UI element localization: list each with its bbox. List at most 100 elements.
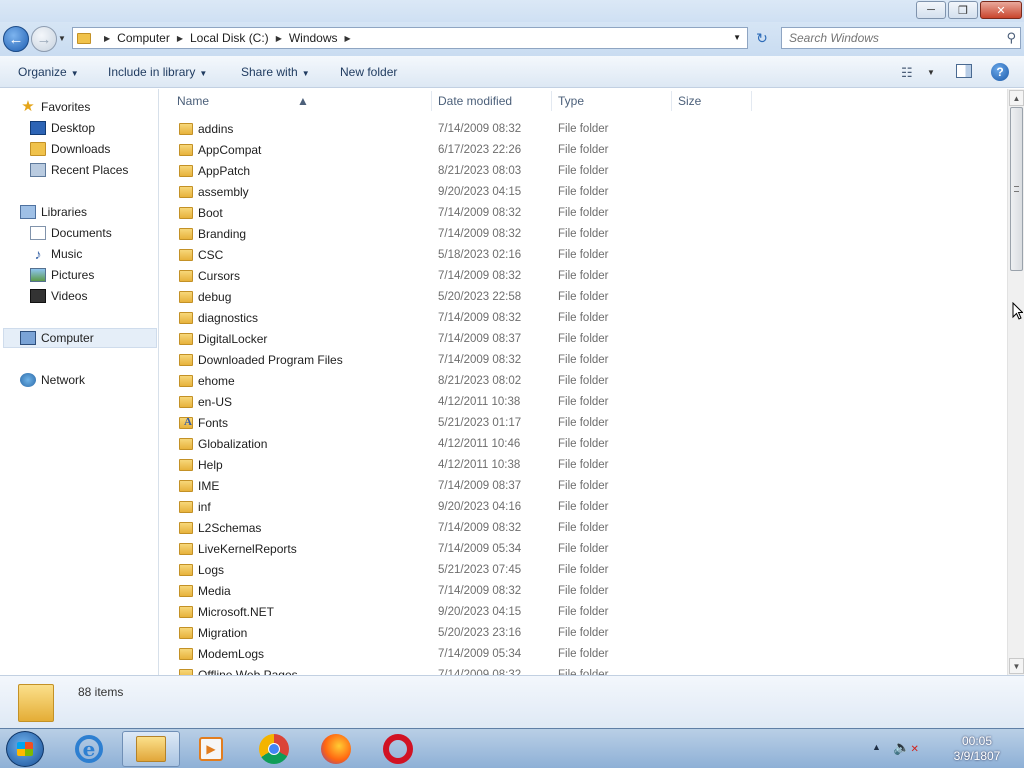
opera-taskbar-button[interactable] bbox=[371, 731, 425, 767]
file-name: L2Schemas bbox=[198, 521, 262, 535]
command-bar: Organize ▼ Include in library ▼ Share with… bbox=[0, 56, 1024, 88]
file-row[interactable]: Globalization 4/12/2011 10:46 File folder bbox=[160, 434, 1007, 455]
search-icon[interactable]: ⚲ bbox=[1006, 30, 1016, 46]
new-folder-button[interactable]: New folder bbox=[340, 65, 397, 79]
file-row[interactable]: assembly 9/20/2023 04:15 File folder bbox=[160, 182, 1007, 203]
chevron-down-icon[interactable]: ▼ bbox=[927, 68, 935, 77]
file-row[interactable]: AppCompat 6/17/2023 22:26 File folder bbox=[160, 140, 1007, 161]
organize-button[interactable]: Organize ▼ bbox=[18, 65, 79, 79]
file-row[interactable]: L2Schemas 7/14/2009 08:32 File folder bbox=[160, 518, 1007, 539]
file-row[interactable]: Media 7/14/2009 08:32 File folder bbox=[160, 581, 1007, 602]
column-header-size[interactable]: Size bbox=[678, 94, 701, 108]
column-divider[interactable] bbox=[671, 91, 672, 111]
folder-icon bbox=[179, 522, 193, 534]
breadcrumb-separator-icon[interactable]: ▶ bbox=[345, 34, 351, 43]
include-in-library-label: Include in library bbox=[108, 65, 196, 79]
forward-button[interactable]: → bbox=[31, 26, 57, 52]
include-in-library-button[interactable]: Include in library ▼ bbox=[108, 65, 207, 79]
breadcrumb-windows[interactable]: Windows bbox=[289, 31, 338, 45]
file-date-modified: 5/18/2023 02:16 bbox=[438, 249, 522, 261]
column-header-type[interactable]: Type bbox=[558, 94, 584, 108]
file-row[interactable]: ehome 8/21/2023 08:02 File folder bbox=[160, 371, 1007, 392]
file-row[interactable]: en-US 4/12/2011 10:38 File folder bbox=[160, 392, 1007, 413]
nav-desktop[interactable]: Desktop bbox=[30, 118, 95, 138]
minimize-icon[interactable]: ─ bbox=[916, 1, 946, 19]
file-row[interactable]: LiveKernelReports 7/14/2009 05:34 File fol… bbox=[160, 539, 1007, 560]
nav-recent-places[interactable]: Recent Places bbox=[30, 160, 128, 180]
chrome-taskbar-button[interactable] bbox=[247, 731, 301, 767]
preview-pane-icon[interactable] bbox=[956, 64, 972, 78]
file-row[interactable]: Offline Web Pages 7/14/2009 08:32 File fol… bbox=[160, 665, 1007, 675]
media-player-taskbar-button[interactable]: ▶ bbox=[184, 731, 238, 767]
file-row[interactable]: Logs 5/21/2023 07:45 File folder bbox=[160, 560, 1007, 581]
nav-libraries[interactable]: Libraries bbox=[20, 202, 87, 222]
restore-icon[interactable]: ❐ bbox=[948, 1, 978, 19]
volume-muted-icon[interactable]: 🔈✕ bbox=[893, 739, 919, 756]
breadcrumb-separator-icon[interactable]: ▶ bbox=[276, 34, 282, 43]
file-row[interactable]: Downloaded Program Files 7/14/2009 08:32 F… bbox=[160, 350, 1007, 371]
nav-music[interactable]: ♪ Music bbox=[30, 244, 83, 264]
vertical-scrollbar[interactable]: ▲ ▼ bbox=[1007, 89, 1024, 675]
breadcrumb-computer[interactable]: Computer bbox=[117, 31, 170, 45]
file-date-modified: 7/14/2009 08:32 bbox=[438, 270, 522, 282]
videos-icon bbox=[30, 289, 46, 303]
column-divider[interactable] bbox=[751, 91, 752, 111]
help-icon[interactable]: ? bbox=[991, 63, 1009, 81]
file-row[interactable]: Migration 5/20/2023 23:16 File folder bbox=[160, 623, 1007, 644]
breadcrumb-separator-icon[interactable]: ▶ bbox=[104, 34, 110, 43]
file-row[interactable]: Fonts 5/21/2023 01:17 File folder bbox=[160, 413, 1007, 434]
file-name: AppPatch bbox=[198, 164, 251, 178]
file-row[interactable]: Microsoft.NET 9/20/2023 04:15 File folder bbox=[160, 602, 1007, 623]
column-headers: ▲ Name Date modified Type Size bbox=[160, 89, 1007, 113]
breadcrumb-separator-icon[interactable]: ▶ bbox=[177, 34, 183, 43]
file-type: File folder bbox=[558, 354, 609, 366]
firefox-taskbar-button[interactable] bbox=[309, 731, 363, 767]
file-row[interactable]: DigitalLocker 7/14/2009 08:37 File folder bbox=[160, 329, 1007, 350]
column-header-name[interactable]: Name bbox=[177, 94, 209, 108]
column-header-date-modified[interactable]: Date modified bbox=[438, 94, 512, 108]
file-row[interactable]: debug 5/20/2023 22:58 File folder bbox=[160, 287, 1007, 308]
address-history-dropdown-icon[interactable]: ▼ bbox=[733, 33, 741, 42]
file-row[interactable]: Boot 7/14/2009 08:32 File folder bbox=[160, 203, 1007, 224]
nav-network[interactable]: Network bbox=[20, 370, 85, 390]
file-row[interactable]: AppPatch 8/21/2023 08:03 File folder bbox=[160, 161, 1007, 182]
view-options-icon[interactable]: ☷ bbox=[901, 65, 913, 81]
windows-explorer-taskbar-button[interactable] bbox=[122, 731, 180, 767]
show-hidden-icons-icon[interactable]: ▲ bbox=[872, 742, 881, 752]
nav-pictures[interactable]: Pictures bbox=[30, 265, 94, 285]
file-row[interactable]: Cursors 7/14/2009 08:32 File folder bbox=[160, 266, 1007, 287]
scrollbar-thumb[interactable] bbox=[1010, 107, 1023, 271]
nav-videos[interactable]: Videos bbox=[30, 286, 87, 306]
documents-icon bbox=[30, 226, 46, 240]
file-row[interactable]: CSC 5/18/2023 02:16 File folder bbox=[160, 245, 1007, 266]
search-box[interactable]: ⚲ bbox=[781, 27, 1021, 49]
scroll-up-icon[interactable]: ▲ bbox=[1009, 90, 1024, 106]
internet-explorer-taskbar-button[interactable]: e bbox=[62, 731, 116, 767]
search-input[interactable] bbox=[782, 28, 992, 48]
address-bar[interactable]: ▶ Computer ▶ Local Disk (C:) ▶ Windows ▶… bbox=[72, 27, 748, 49]
start-button[interactable] bbox=[6, 731, 44, 767]
share-with-button[interactable]: Share with ▼ bbox=[241, 65, 310, 79]
column-divider[interactable] bbox=[431, 91, 432, 111]
back-button[interactable]: ← bbox=[3, 26, 29, 52]
file-row[interactable]: inf 9/20/2023 04:16 File folder bbox=[160, 497, 1007, 518]
column-divider[interactable] bbox=[551, 91, 552, 111]
file-row[interactable]: diagnostics 7/14/2009 08:32 File folder bbox=[160, 308, 1007, 329]
file-row[interactable]: IME 7/14/2009 08:37 File folder bbox=[160, 476, 1007, 497]
file-row[interactable]: Help 4/12/2011 10:38 File folder bbox=[160, 455, 1007, 476]
nav-downloads[interactable]: Downloads bbox=[30, 139, 110, 159]
scroll-down-icon[interactable]: ▼ bbox=[1009, 658, 1024, 674]
recent-pages-dropdown-icon[interactable]: ▼ bbox=[58, 34, 66, 43]
close-icon[interactable]: ✕ bbox=[980, 1, 1022, 19]
nav-documents[interactable]: Documents bbox=[30, 223, 112, 243]
folder-icon bbox=[179, 438, 193, 450]
nav-favorites[interactable]: ★ Favorites bbox=[20, 97, 90, 117]
nav-computer[interactable]: Computer bbox=[3, 328, 157, 348]
file-row[interactable]: Branding 7/14/2009 08:32 File folder bbox=[160, 224, 1007, 245]
folder-icon bbox=[179, 312, 193, 324]
refresh-icon[interactable]: ↻ bbox=[751, 30, 773, 48]
file-row[interactable]: addins 7/14/2009 08:32 File folder bbox=[160, 119, 1007, 140]
file-row[interactable]: ModemLogs 7/14/2009 05:34 File folder bbox=[160, 644, 1007, 665]
breadcrumb-local-disk[interactable]: Local Disk (C:) bbox=[190, 31, 269, 45]
system-clock[interactable]: 00:05 3/9/1807 bbox=[947, 734, 1007, 764]
